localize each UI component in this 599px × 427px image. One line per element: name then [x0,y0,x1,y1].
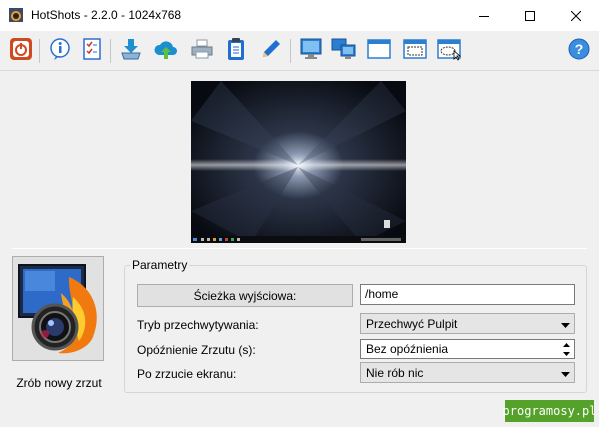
parameters-group-title: Parametry [130,258,190,272]
capture-mode-value: Przechwyć Pulpit [366,317,458,331]
pencil-edit-icon [259,37,283,64]
capture-all-screens-button[interactable] [330,36,358,64]
hotshots-camera-flame-icon [13,264,103,363]
toolbar-separator [290,39,291,63]
new-capture-button[interactable] [12,256,104,361]
about-button[interactable] [46,36,74,64]
capture-region-button[interactable] [401,36,429,64]
spin-up-button[interactable] [558,340,574,349]
spin-buttons [558,340,574,358]
capture-screen-button[interactable] [297,36,325,64]
print-button[interactable] [188,36,216,64]
region-select-icon [403,37,427,64]
chevron-down-icon [561,319,570,333]
window-icon [367,37,391,64]
exit-button[interactable] [7,36,35,64]
freehand-region-icon [437,37,463,64]
output-path-field[interactable]: /home [360,284,575,305]
help-icon: ? [567,37,591,64]
cloud-upload-icon [153,37,179,64]
capture-mode-select[interactable]: Przechwyć Pulpit [360,313,575,334]
printer-icon [190,37,214,64]
capture-window-button[interactable] [365,36,393,64]
copy-clipboard-button[interactable] [222,36,250,64]
svg-text:?: ? [575,41,584,57]
help-button[interactable]: ? [565,36,593,64]
close-button[interactable] [553,0,599,31]
after-capture-value: Nie rób nic [366,366,424,380]
monitor-icon [299,37,323,64]
capture-mode-label: Tryb przechwytywania: [137,318,259,332]
capture-delay-label: Opóźnienie Zrzutu (s): [137,343,256,357]
output-path-button[interactable]: Ścieżka wyjściowa: [137,284,353,307]
capture-freehand-button[interactable] [436,36,464,64]
maximize-button[interactable] [507,0,553,31]
clipboard-icon [224,37,248,64]
upload-button[interactable] [152,36,180,64]
spin-down-button[interactable] [558,349,574,358]
chevron-down-icon [561,368,570,382]
info-icon [48,37,72,64]
multi-monitor-icon [331,37,357,64]
minimize-button[interactable] [461,0,507,31]
edit-button[interactable] [257,36,285,64]
capture-delay-spinbox[interactable]: Bez opóźnienia [360,339,575,359]
new-capture-label: Zrób nowy zrzut [16,376,102,390]
checklist-icon [80,37,104,64]
save-button[interactable] [117,36,145,64]
toolbar-separator [39,39,40,63]
watermark-badge: programosy.pl [503,400,596,422]
screenshot-preview [191,81,406,243]
hotshots-app-icon [8,7,24,23]
toolbar-separator [110,39,111,63]
capture-delay-value: Bez opóźnienia [366,342,449,356]
power-icon [9,37,33,64]
after-capture-label: Po zrzucie ekranu: [137,367,237,381]
preferences-button[interactable] [78,36,106,64]
title-bar: HotShots - 2.2.0 - 1024x768 [0,0,599,31]
toolbar: ? [0,31,599,71]
window-title: HotShots - 2.2.0 - 1024x768 [31,8,182,22]
save-download-icon [119,37,143,64]
separator-line [12,248,587,249]
after-capture-select[interactable]: Nie rób nic [360,362,575,383]
